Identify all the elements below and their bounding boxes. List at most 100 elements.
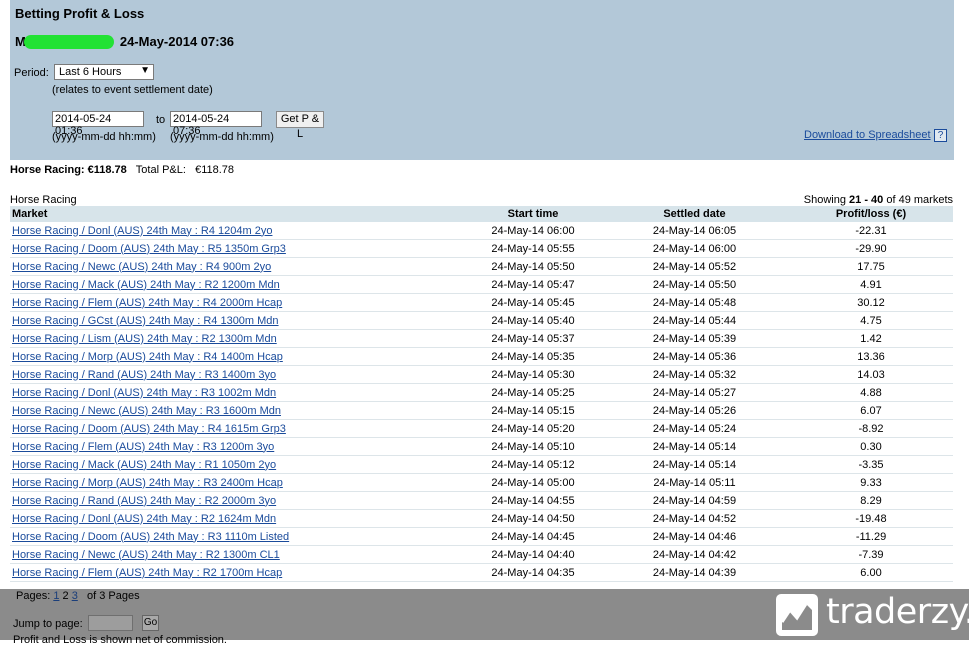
profit-loss-cell: -22.31 (855, 224, 887, 237)
market-link[interactable]: Horse Racing / Flem (AUS) 24th May : R4 … (12, 297, 282, 309)
table-row: Horse Racing / Morp (AUS) 24th May : R3 … (10, 473, 953, 492)
get-pl-button[interactable]: Get P & L (276, 111, 324, 140)
start-time-cell: 24-May-14 05:40 (491, 314, 575, 327)
market-link[interactable]: Horse Racing / Mack (AUS) 24th May : R1 … (12, 459, 276, 471)
settled-date-cell-container: 24-May-14 05:14 (600, 455, 789, 474)
start-time-cell-container: 24-May-14 05:47 (466, 275, 600, 294)
profit-loss-cell-container: 4.91 (789, 275, 953, 294)
settled-date-cell: 24-May-14 05:44 (652, 314, 737, 327)
pages-suffix: of 3 Pages (86, 590, 140, 602)
profit-loss-cell-container: -3.35 (789, 455, 953, 474)
settled-date-cell-container: 24-May-14 05:27 (600, 383, 789, 402)
market-link-container: Horse Racing / Flem (AUS) 24th May : R3 … (10, 437, 466, 456)
start-time-cell-container: 24-May-14 05:15 (466, 401, 600, 420)
to-format-hint: (yyyy-mm-dd hh:mm) (170, 131, 274, 143)
help-icon[interactable]: ? (934, 129, 947, 142)
go-button[interactable]: Go (142, 615, 159, 631)
market-link[interactable]: Horse Racing / Donl (AUS) 24th May : R3 … (12, 387, 276, 399)
column-header-profit-loss: Profit/loss (€) (789, 206, 953, 222)
market-link[interactable]: Horse Racing / Doom (AUS) 24th May : R3 … (12, 531, 289, 543)
traderzy-logo-icon (776, 594, 818, 636)
market-link[interactable]: Horse Racing / Newc (AUS) 24th May : R3 … (12, 405, 281, 417)
to-date-input[interactable]: 2014-05-24 07:36 (170, 111, 262, 137)
start-time-cell-container: 24-May-14 06:00 (466, 222, 600, 240)
start-time-cell: 24-May-14 04:55 (491, 494, 575, 507)
profit-loss-cell: -8.92 (858, 422, 884, 435)
settled-date-cell-container: 24-May-14 04:39 (600, 563, 789, 582)
table-row: Horse Racing / Newc (AUS) 24th May : R4 … (10, 257, 953, 276)
profit-loss-cell: 17.75 (857, 260, 885, 273)
pagination: Pages: 1 2 3 of 3 Pages (16, 590, 140, 602)
settled-date-cell-container: 24-May-14 04:59 (600, 491, 789, 510)
market-link[interactable]: Horse Racing / Lism (AUS) 24th May : R2 … (12, 333, 277, 345)
jump-to-page-label: Jump to page: (13, 618, 83, 630)
start-time-cell-container: 24-May-14 05:25 (466, 383, 600, 402)
table-row: Horse Racing / Donl (AUS) 24th May : R2 … (10, 509, 953, 528)
column-header-settled-date: Settled date (600, 206, 789, 222)
market-link[interactable]: Horse Racing / Newc (AUS) 24th May : R2 … (12, 549, 280, 561)
start-time-cell-container: 24-May-14 05:50 (466, 257, 600, 276)
market-link[interactable]: Horse Racing / GCst (AUS) 24th May : R4 … (12, 315, 279, 327)
market-link[interactable]: Horse Racing / Morp (AUS) 24th May : R3 … (12, 477, 283, 489)
account-line: M 24-May-2014 07:36 (15, 34, 234, 49)
start-time-cell: 24-May-14 05:45 (491, 296, 575, 309)
settled-date-cell-container: 24-May-14 05:48 (600, 293, 789, 312)
profit-loss-cell: 8.29 (860, 494, 882, 507)
market-link[interactable]: Horse Racing / Newc (AUS) 24th May : R4 … (12, 261, 271, 273)
from-date-input[interactable]: 2014-05-24 01:36 (52, 111, 144, 137)
start-time-cell: 24-May-14 04:35 (491, 566, 575, 579)
page-link-1[interactable]: 1 (53, 590, 59, 602)
market-link-container: Horse Racing / Newc (AUS) 24th May : R4 … (10, 257, 466, 276)
settled-date-cell: 24-May-14 05:39 (652, 332, 737, 345)
market-link[interactable]: Horse Racing / Doom (AUS) 24th May : R5 … (12, 243, 286, 255)
table-row: Horse Racing / Mack (AUS) 24th May : R1 … (10, 455, 953, 474)
showing-suffix: of 49 markets (886, 194, 953, 206)
period-select[interactable]: Last 6 Hours ▼ (54, 64, 154, 80)
market-link-container: Horse Racing / Lism (AUS) 24th May : R2 … (10, 329, 466, 348)
table-row: Horse Racing / Donl (AUS) 24th May : R4 … (10, 222, 953, 240)
market-link[interactable]: Horse Racing / Flem (AUS) 24th May : R2 … (12, 567, 282, 579)
market-link-container: Horse Racing / Newc (AUS) 24th May : R2 … (10, 545, 466, 564)
page-link-3[interactable]: 3 (72, 590, 78, 602)
profit-loss-cell-container: -22.31 (789, 222, 953, 240)
market-link[interactable]: Horse Racing / Flem (AUS) 24th May : R3 … (12, 441, 274, 453)
start-time-cell: 24-May-14 05:50 (491, 260, 575, 273)
table-row: Horse Racing / Morp (AUS) 24th May : R4 … (10, 347, 953, 366)
start-time-cell: 24-May-14 05:20 (491, 422, 575, 435)
settled-date-cell-container: 24-May-14 05:39 (600, 329, 789, 348)
market-link[interactable]: Horse Racing / Rand (AUS) 24th May : R3 … (12, 369, 276, 381)
table-row: Horse Racing / Flem (AUS) 24th May : R3 … (10, 437, 953, 456)
start-time-cell-container: 24-May-14 05:55 (466, 239, 600, 258)
settled-date-cell-container: 24-May-14 04:52 (600, 509, 789, 528)
commission-note: Profit and Loss is shown net of commissi… (13, 634, 227, 646)
profit-loss-cell-container: 0.30 (789, 437, 953, 456)
profit-loss-cell: 6.07 (860, 404, 882, 417)
table-row: Horse Racing / Newc (AUS) 24th May : R3 … (10, 401, 953, 420)
jump-to-page-input[interactable] (88, 615, 133, 631)
market-link[interactable]: Horse Racing / Morp (AUS) 24th May : R4 … (12, 351, 283, 363)
profit-loss-cell: 9.33 (860, 476, 882, 489)
profit-loss-cell-container: 9.33 (789, 473, 953, 492)
start-time-cell-container: 24-May-14 04:35 (466, 563, 600, 582)
start-time-cell-container: 24-May-14 05:10 (466, 437, 600, 456)
download-spreadsheet-link[interactable]: Download to Spreadsheet (804, 129, 931, 141)
redaction-mark (23, 34, 114, 49)
to-label: to (156, 114, 166, 126)
profit-loss-cell-container: -8.92 (789, 419, 953, 438)
profit-loss-cell: 13.36 (857, 350, 885, 363)
market-link[interactable]: Horse Racing / Doom (AUS) 24th May : R4 … (12, 423, 286, 435)
market-link[interactable]: Horse Racing / Mack (AUS) 24th May : R2 … (12, 279, 280, 291)
market-link-container: Horse Racing / Doom (AUS) 24th May : R3 … (10, 527, 466, 546)
settled-date-cell: 24-May-14 04:42 (652, 548, 737, 561)
market-link[interactable]: Horse Racing / Donl (AUS) 24th May : R2 … (12, 513, 276, 525)
settled-date-cell-container: 24-May-14 05:11 (600, 473, 789, 492)
market-link[interactable]: Horse Racing / Donl (AUS) 24th May : R4 … (12, 225, 272, 237)
market-link-container: Horse Racing / Donl (AUS) 24th May : R3 … (10, 383, 466, 402)
table-row: Horse Racing / Flem (AUS) 24th May : R4 … (10, 293, 953, 312)
settled-date-cell: 24-May-14 04:39 (652, 566, 737, 579)
settled-date-cell: 24-May-14 05:52 (652, 260, 737, 273)
period-select-value: Last 6 Hours (59, 66, 122, 78)
market-link[interactable]: Horse Racing / Rand (AUS) 24th May : R2 … (12, 495, 276, 507)
watermark-text: traderzy.pl (826, 592, 969, 632)
table-row: Horse Racing / Doom (AUS) 24th May : R5 … (10, 239, 953, 258)
